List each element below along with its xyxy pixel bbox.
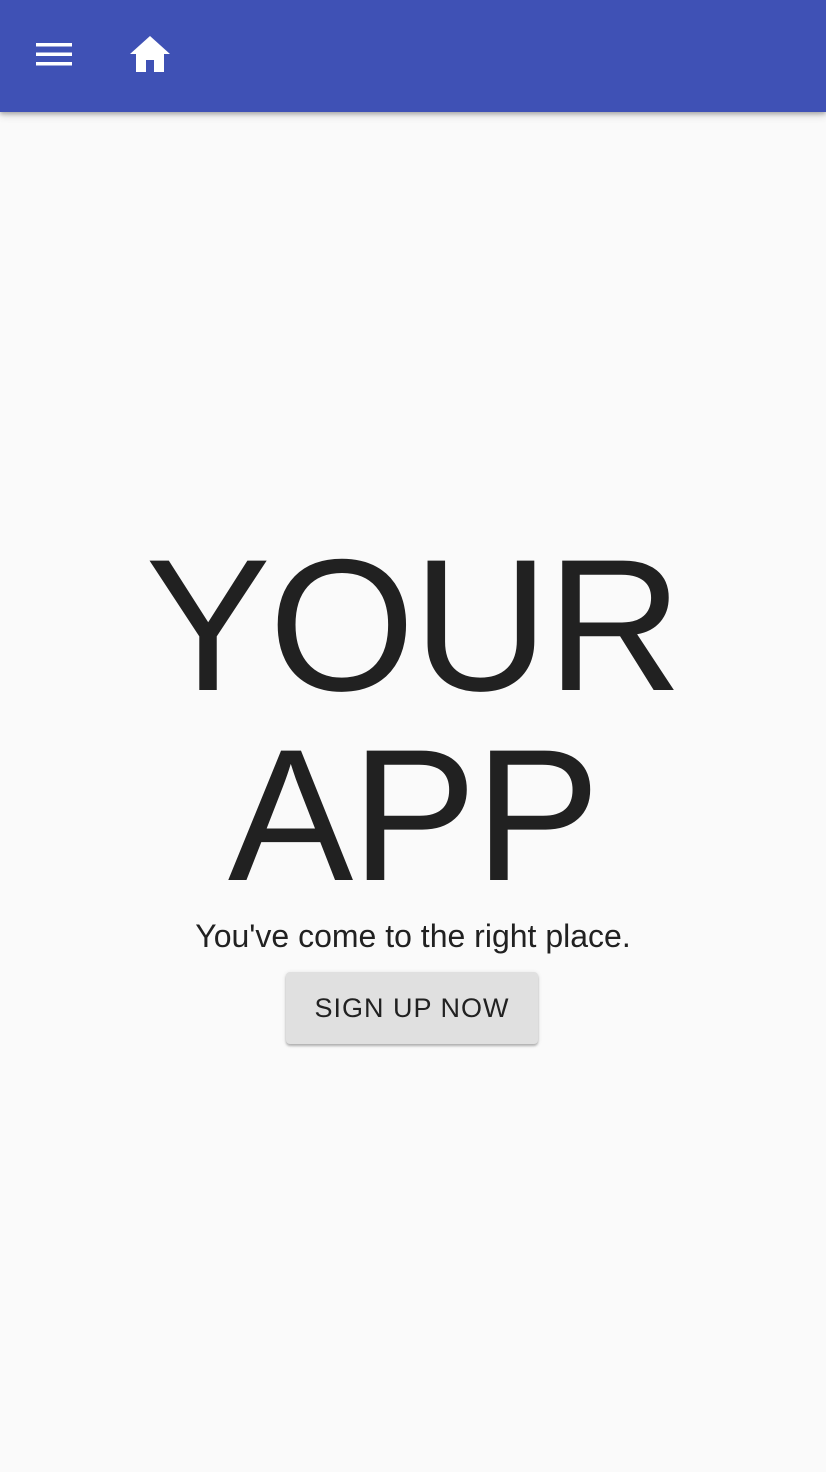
menu-button[interactable] [22, 24, 86, 88]
app-bar [0, 0, 826, 112]
hero-title-line2: APP [227, 710, 600, 920]
hero-title: YOUR APP [0, 530, 826, 910]
hero-title-line1: YOUR [145, 520, 682, 730]
home-button[interactable] [118, 24, 182, 88]
hero-section: YOUR APP You've come to the right place. [0, 530, 826, 956]
menu-icon [34, 40, 74, 73]
home-icon [129, 35, 171, 78]
sign-up-button[interactable]: SIGN UP NOW [286, 972, 538, 1044]
hero-subtitle: You've come to the right place. [195, 918, 631, 954]
